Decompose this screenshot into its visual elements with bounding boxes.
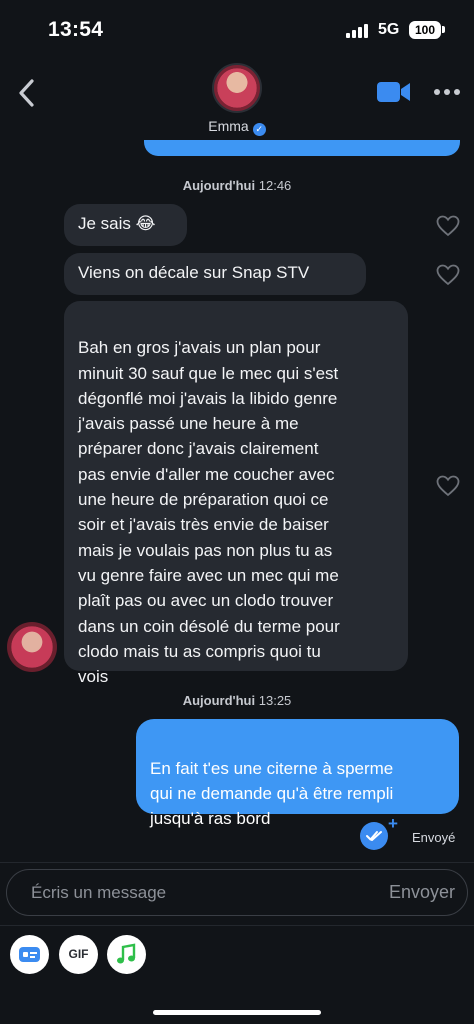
message-text: Viens on décale sur Snap STV xyxy=(78,263,310,282)
message-text: Je sais 😂 xyxy=(78,214,156,233)
network-type: 5G xyxy=(378,21,400,38)
back-arrow-icon[interactable] xyxy=(14,76,40,110)
send-button[interactable]: Envoyer xyxy=(389,882,455,903)
video-call-icon[interactable] xyxy=(377,81,411,103)
battery-icon: 100 xyxy=(409,21,441,39)
heart-icon[interactable] xyxy=(436,264,460,286)
contact-name: Emma xyxy=(208,118,249,134)
card-icon xyxy=(19,947,40,962)
divider xyxy=(0,862,474,863)
contact-name-row[interactable]: Emma ✓ xyxy=(0,118,474,136)
message-input[interactable]: Écris un message Envoyer xyxy=(6,869,468,916)
gif-button[interactable]: GIF xyxy=(59,935,98,974)
verified-badge-icon: ✓ xyxy=(252,123,266,136)
signal-icon xyxy=(346,24,370,38)
message-placeholder: Écris un message xyxy=(31,883,167,902)
sent-message[interactable]: En fait t'es une citerne à sperme qui ne… xyxy=(136,719,459,828)
timestamp-day: Aujourd'hui xyxy=(182,178,256,193)
timestamp-divider: Aujourd'hui 12:46 xyxy=(0,178,474,193)
music-note-icon xyxy=(117,943,136,964)
status-time: 13:54 xyxy=(48,18,104,41)
music-button[interactable] xyxy=(107,935,146,974)
sent-label: Envoyé xyxy=(412,830,456,845)
status-bar: 13:54 5G 100 xyxy=(0,0,474,58)
received-message[interactable]: Je sais 😂 xyxy=(64,204,187,246)
received-message[interactable]: Viens on décale sur Snap STV xyxy=(64,253,366,295)
received-message[interactable]: Bah en gros j'avais un plan pour minuit … xyxy=(64,301,408,686)
sticker-card-button[interactable] xyxy=(10,935,49,974)
plus-icon: + xyxy=(388,814,398,833)
contact-avatar[interactable] xyxy=(212,63,262,113)
timestamp-day: Aujourd'hui xyxy=(182,693,256,708)
timestamp-divider: Aujourd'hui 13:25 xyxy=(0,693,474,708)
sender-avatar[interactable] xyxy=(7,622,57,672)
more-options-icon[interactable] xyxy=(433,88,461,96)
sent-status: + Envoyé xyxy=(360,814,470,852)
timestamp-time: 13:25 xyxy=(258,693,292,708)
divider xyxy=(0,925,474,926)
double-check-icon xyxy=(360,822,388,850)
chat-header: Emma ✓ xyxy=(0,58,474,140)
home-indicator xyxy=(153,1010,321,1015)
previous-sent-bubble xyxy=(144,140,460,156)
timestamp-time: 12:46 xyxy=(258,178,292,193)
message-text: Bah en gros j'avais un plan pour minuit … xyxy=(78,338,340,687)
battery-tip xyxy=(442,26,445,33)
heart-icon[interactable] xyxy=(436,475,460,497)
heart-icon[interactable] xyxy=(436,215,460,237)
